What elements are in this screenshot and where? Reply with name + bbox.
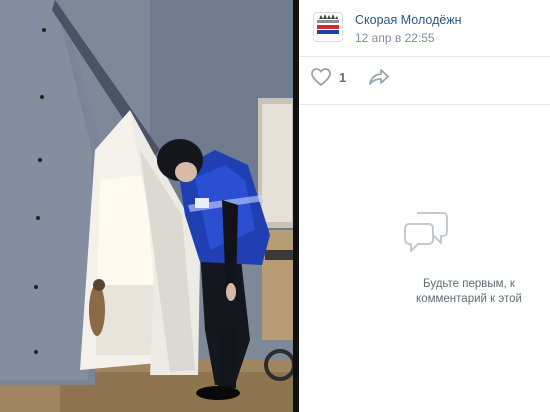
empty-comments-line-1: Будьте первым, к	[423, 278, 515, 290]
post-header: Скорая Молодёжн 12 апр в 22:55	[313, 12, 462, 46]
comment-bubbles-icon	[404, 212, 448, 252]
share-arrow-icon	[369, 69, 390, 85]
community-logo-icon	[314, 13, 342, 41]
post-sidebar: Скорая Молодёжн 12 апр в 22:55 1 Будьте …	[293, 0, 550, 412]
actions-divider	[299, 104, 550, 105]
header-divider	[299, 56, 550, 57]
community-avatar[interactable]	[313, 12, 343, 42]
photo-image	[0, 0, 293, 412]
community-name-link[interactable]: Скорая Молодёжн	[355, 12, 462, 28]
post-actions: 1	[311, 68, 390, 86]
share-button[interactable]	[368, 68, 390, 86]
photo-viewer: Скорая Молодёжн 12 апр в 22:55 1 Будьте …	[0, 0, 550, 412]
like-count: 1	[339, 69, 347, 85]
post-date[interactable]: 12 апр в 22:55	[355, 30, 462, 46]
like-button[interactable]: 1	[311, 68, 346, 86]
empty-comments-line-2: комментарий к этой	[416, 293, 522, 305]
empty-comments-text: Будьте первым, к комментарий к этой	[339, 277, 550, 307]
post-meta: Скорая Молодёжн 12 апр в 22:55	[355, 12, 462, 46]
post-photo[interactable]	[0, 0, 293, 412]
heart-icon	[311, 68, 331, 86]
